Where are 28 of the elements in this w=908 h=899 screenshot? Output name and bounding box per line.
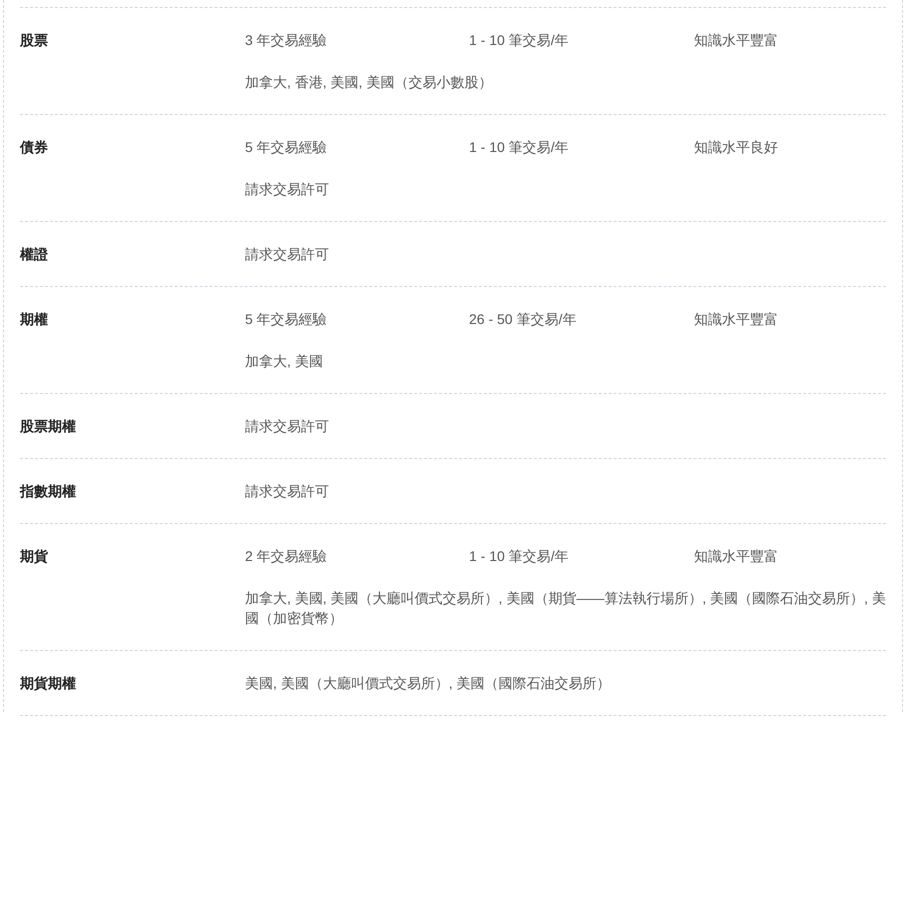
product-name: 期權 — [20, 310, 49, 329]
requirement-text: 3 年交易經驗 — [245, 31, 328, 50]
note-text: 加拿大, 香港, 美國, 美國（交易小數股） — [245, 73, 494, 92]
requirement-text: 知識水平豐富 — [694, 310, 779, 329]
requirement-text: 1 - 10 筆交易/年 — [469, 138, 570, 157]
product-name: 期貨期權 — [20, 674, 77, 693]
product-name: 債券 — [20, 138, 49, 157]
requirement-text: 請求交易許可 — [245, 482, 330, 501]
requirement-text: 請求交易許可 — [245, 417, 330, 436]
product-name: 權證 — [20, 245, 49, 264]
requirement-text: 知識水平良好 — [694, 138, 779, 157]
product-name: 期貨 — [20, 547, 49, 566]
requirement-text: 5 年交易經驗 — [245, 310, 328, 329]
requirement-text: 26 - 50 筆交易/年 — [469, 310, 578, 329]
note-text: 加拿大, 美國, 美國（大廳叫價式交易所）, 美國（期貨——算法執行場所）, 美國（國際石油交易所）, 美國（加密貨幣） — [245, 589, 886, 628]
requirement-text: 知識水平豐富 — [694, 547, 779, 566]
note-text: 請求交易許可 — [245, 180, 330, 199]
requirement-text: 美國, 美國（大廳叫價式交易所）, 美國（國際石油交易所） — [245, 674, 612, 693]
requirement-text: 請求交易許可 — [245, 245, 330, 264]
requirement-text: 5 年交易經驗 — [245, 138, 328, 157]
note-text: 加拿大, 美國 — [245, 352, 324, 371]
product-name: 指數期權 — [20, 482, 77, 501]
product-name: 股票期權 — [20, 417, 77, 436]
product-name: 股票 — [20, 31, 49, 50]
requirement-text: 知識水平豐富 — [694, 31, 779, 50]
requirement-text: 2 年交易經驗 — [245, 547, 328, 566]
requirement-text: 1 - 10 筆交易/年 — [469, 31, 570, 50]
requirement-text: 1 - 10 筆交易/年 — [469, 547, 570, 566]
